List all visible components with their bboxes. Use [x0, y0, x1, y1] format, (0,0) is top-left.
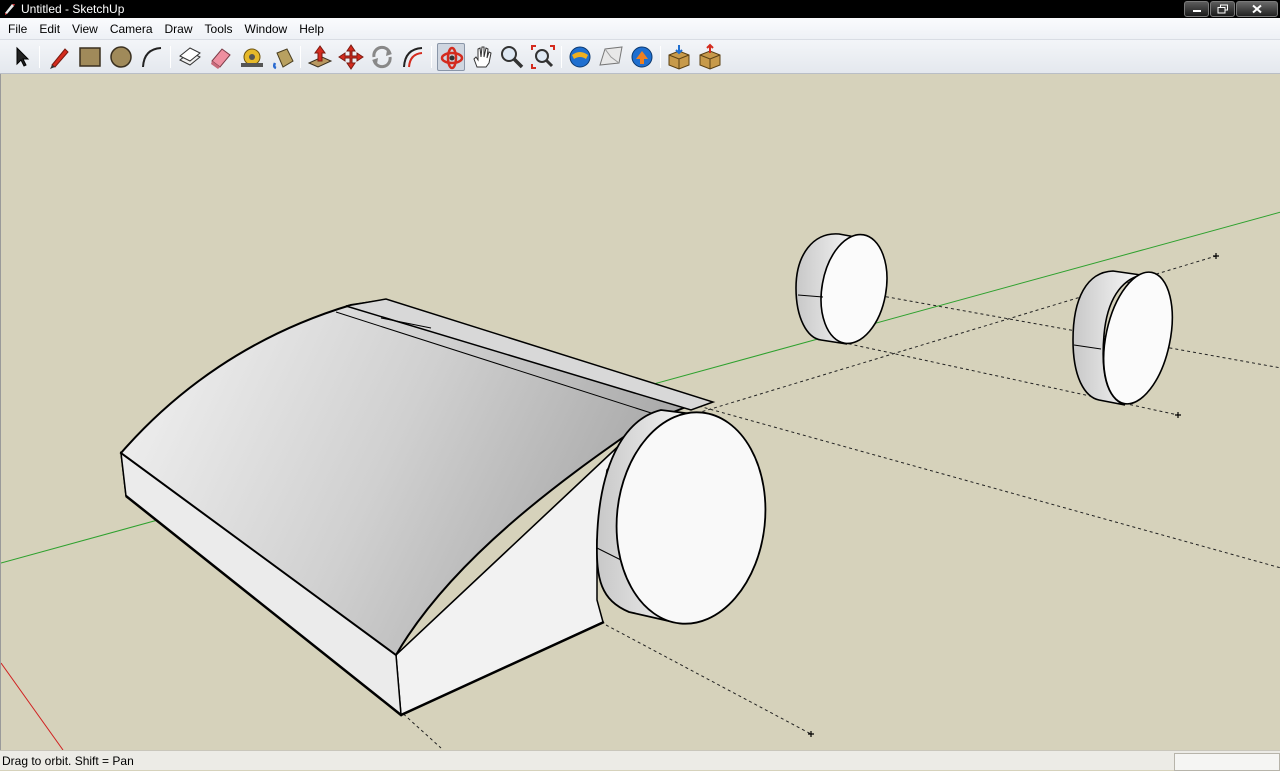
menu-view[interactable]: View: [66, 18, 104, 40]
get-models-icon: [668, 45, 690, 70]
menu-draw[interactable]: Draw: [159, 18, 199, 40]
paint-bucket-icon: [272, 48, 294, 70]
zoom-tool-icon: [501, 46, 524, 69]
tape-measure-icon: [241, 48, 263, 67]
close-icon: [1252, 4, 1262, 14]
menu-tools[interactable]: Tools: [199, 18, 239, 40]
push-pull-button[interactable]: [306, 43, 334, 71]
select-tool-button[interactable]: [7, 43, 35, 71]
share-model-button[interactable]: [696, 43, 724, 71]
wheel-right: [1072, 270, 1174, 406]
minimize-button[interactable]: [1184, 1, 1209, 17]
get-models-button[interactable]: [665, 43, 693, 71]
model-canvas[interactable]: [1, 74, 1280, 750]
zoom-tool-button[interactable]: [498, 43, 526, 71]
status-hint: Drag to orbit. Shift = Pan: [2, 754, 134, 768]
restore-icon: [1217, 4, 1228, 14]
circle-tool-button[interactable]: [107, 43, 135, 71]
circle-tool-icon: [110, 46, 132, 68]
push-pull-icon: [307, 45, 333, 68]
rectangle-tool-button[interactable]: [76, 43, 104, 71]
model-viewport[interactable]: [0, 74, 1280, 750]
toggle-terrain-icon: [599, 46, 623, 66]
orbit-tool-button[interactable]: [437, 43, 465, 71]
rotate-tool-button[interactable]: [368, 43, 396, 71]
place-model-button[interactable]: [628, 43, 656, 71]
toolbar: [0, 40, 1280, 74]
zoom-extents-button[interactable]: [529, 43, 557, 71]
toggle-terrain-button[interactable]: [597, 43, 625, 71]
place-model-icon: [631, 46, 653, 68]
wheel-front: [595, 409, 767, 625]
offset-tool-button[interactable]: [399, 43, 427, 71]
sketchup-app-icon[interactable]: [3, 2, 16, 15]
menu-camera[interactable]: Camera: [104, 18, 159, 40]
move-tool-button[interactable]: [337, 43, 365, 71]
pan-tool-icon: [473, 46, 492, 68]
measurements-box[interactable]: [1174, 753, 1280, 771]
arc-tool-button[interactable]: [138, 43, 166, 71]
title-bar: Untitled - SketchUp: [0, 0, 1280, 18]
menu-help[interactable]: Help: [293, 18, 330, 40]
eraser-tool-button[interactable]: [207, 43, 235, 71]
menu-bar: File Edit View Camera Draw Tools Window …: [0, 18, 1280, 40]
wheel-middle: [795, 233, 888, 345]
rotate-tool-icon: [372, 45, 392, 69]
orbit-tool-icon: [440, 46, 464, 70]
rectangle-tool-icon: [79, 47, 101, 67]
line-tool-button[interactable]: [45, 43, 73, 71]
line-tool-icon: [50, 48, 69, 69]
menu-edit[interactable]: Edit: [33, 18, 66, 40]
make-component-icon: [179, 47, 201, 66]
paint-bucket-button[interactable]: [269, 43, 297, 71]
window-title: Untitled - SketchUp: [21, 2, 125, 16]
close-button[interactable]: [1236, 1, 1278, 17]
share-model-icon: [699, 43, 721, 70]
maximize-button[interactable]: [1210, 1, 1235, 17]
offset-tool-icon: [403, 47, 423, 68]
arc-tool-icon: [142, 47, 162, 68]
select-tool-icon: [16, 46, 30, 67]
menu-file[interactable]: File: [2, 18, 33, 40]
menu-window[interactable]: Window: [239, 18, 294, 40]
move-tool-icon: [338, 44, 364, 70]
red-axis: [1, 662, 64, 750]
zoom-extents-icon: [531, 45, 555, 69]
get-current-view-button[interactable]: [566, 43, 594, 71]
status-bar: Drag to orbit. Shift = Pan: [0, 750, 1280, 771]
make-component-button[interactable]: [176, 43, 204, 71]
get-location-icon: [569, 46, 591, 68]
minimize-icon: [1192, 10, 1201, 12]
eraser-tool-icon: [211, 48, 231, 69]
pan-tool-button[interactable]: [468, 43, 496, 71]
tape-measure-button[interactable]: [238, 43, 266, 71]
